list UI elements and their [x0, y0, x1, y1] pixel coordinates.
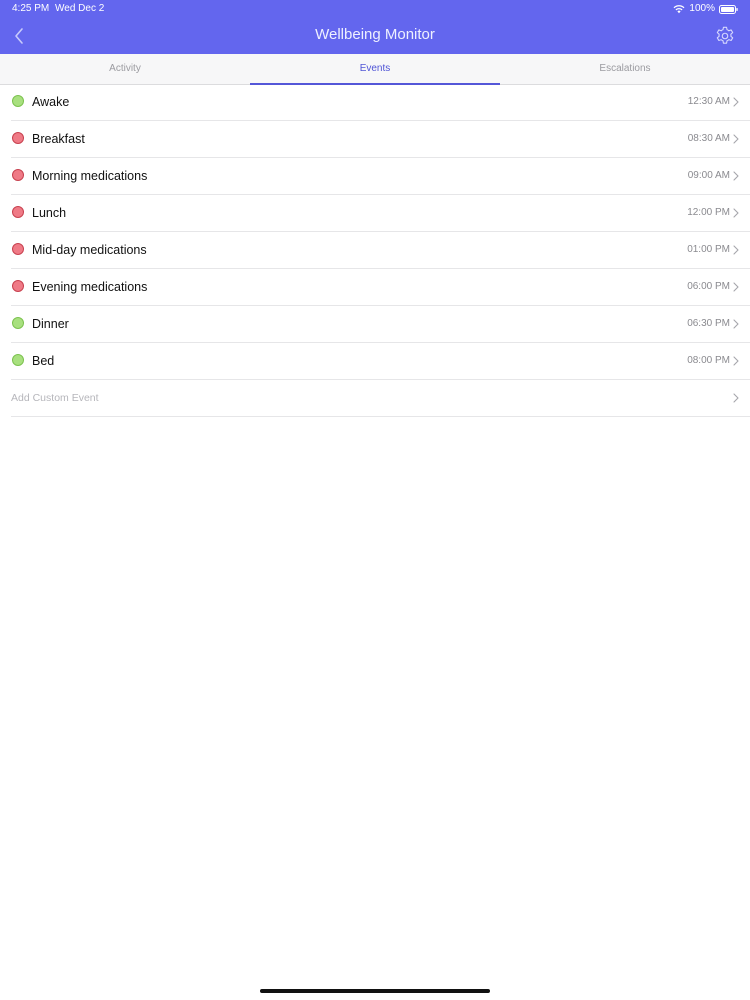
- event-time: 09:00 AM: [687, 170, 730, 181]
- status-time: 4:25 PM: [12, 3, 50, 14]
- event-name: Lunch: [32, 206, 67, 220]
- chevron-right-icon: [733, 356, 739, 366]
- event-list: Awake 12:30 AM Breakfast 08:30 AM Mornin…: [0, 84, 750, 417]
- event-name: Mid-day medications: [32, 243, 147, 257]
- gear-icon: [716, 26, 734, 44]
- status-date: Wed Dec 2: [55, 3, 105, 14]
- chevron-right-icon: [733, 134, 739, 144]
- event-row-breakfast[interactable]: Breakfast 08:30 AM: [11, 121, 750, 158]
- app-screen: 4:25 PM Wed Dec 2 100% Wellbeing Monitor: [0, 0, 750, 1000]
- event-row-evening-medications[interactable]: Evening medications 06:00 PM: [11, 269, 750, 306]
- event-row-bed[interactable]: Bed 08:00 PM: [11, 343, 750, 380]
- status-dot: [12, 317, 24, 329]
- status-dot: [12, 169, 24, 181]
- tab-label: Events: [359, 63, 391, 74]
- event-row-morning-medications[interactable]: Morning medications 09:00 AM: [11, 158, 750, 195]
- tab-activity[interactable]: Activity: [0, 54, 250, 84]
- event-time: 12:00 PM: [687, 207, 730, 218]
- settings-button[interactable]: [714, 25, 736, 47]
- status-indicators: 100%: [673, 2, 738, 16]
- event-name: Morning medications: [32, 169, 148, 183]
- chevron-right-icon: [733, 319, 739, 329]
- chevron-right-icon: [733, 245, 739, 255]
- event-time: 12:30 AM: [687, 96, 730, 107]
- home-indicator[interactable]: [260, 989, 490, 993]
- chevron-right-icon: [733, 208, 739, 218]
- event-row-dinner[interactable]: Dinner 06:30 PM: [11, 306, 750, 343]
- status-dot: [12, 280, 24, 292]
- tab-label: Escalations: [599, 63, 651, 74]
- chevron-right-icon: [733, 393, 739, 403]
- event-name: Breakfast: [32, 132, 85, 146]
- event-name: Evening medications: [32, 280, 148, 294]
- page-title: Wellbeing Monitor: [315, 26, 435, 43]
- event-row-lunch[interactable]: Lunch 12:00 PM: [11, 195, 750, 232]
- event-name: Awake: [32, 95, 70, 109]
- status-dot: [12, 354, 24, 366]
- event-name: Bed: [32, 354, 55, 368]
- event-time: 06:00 PM: [687, 281, 730, 292]
- status-dot: [12, 132, 24, 144]
- event-time: 08:30 AM: [687, 133, 730, 144]
- event-time: 06:30 PM: [687, 318, 730, 329]
- chevron-right-icon: [733, 97, 739, 107]
- tab-label: Activity: [109, 63, 141, 74]
- event-time: 08:00 PM: [687, 355, 730, 366]
- event-row-awake[interactable]: Awake 12:30 AM: [11, 84, 750, 121]
- chevron-right-icon: [733, 171, 739, 181]
- add-custom-event-label: Add Custom Event: [11, 392, 99, 404]
- event-time: 01:00 PM: [687, 244, 730, 255]
- battery-icon: [719, 4, 738, 14]
- tab-escalations[interactable]: Escalations: [500, 54, 750, 84]
- battery-percentage: 100%: [689, 3, 715, 14]
- event-name: Dinner: [32, 317, 69, 331]
- chevron-right-icon: [733, 282, 739, 292]
- add-custom-event-button[interactable]: Add Custom Event: [11, 380, 750, 417]
- nav-header: 4:25 PM Wed Dec 2 100% Wellbeing Monitor: [0, 0, 750, 54]
- status-dot: [12, 95, 24, 107]
- status-dot: [12, 243, 24, 255]
- event-row-mid-day-medications[interactable]: Mid-day medications 01:00 PM: [11, 232, 750, 269]
- status-dot: [12, 206, 24, 218]
- tab-bar: Activity Events Escalations: [0, 54, 750, 85]
- wifi-icon: [673, 5, 685, 14]
- tab-events[interactable]: Events: [250, 54, 500, 85]
